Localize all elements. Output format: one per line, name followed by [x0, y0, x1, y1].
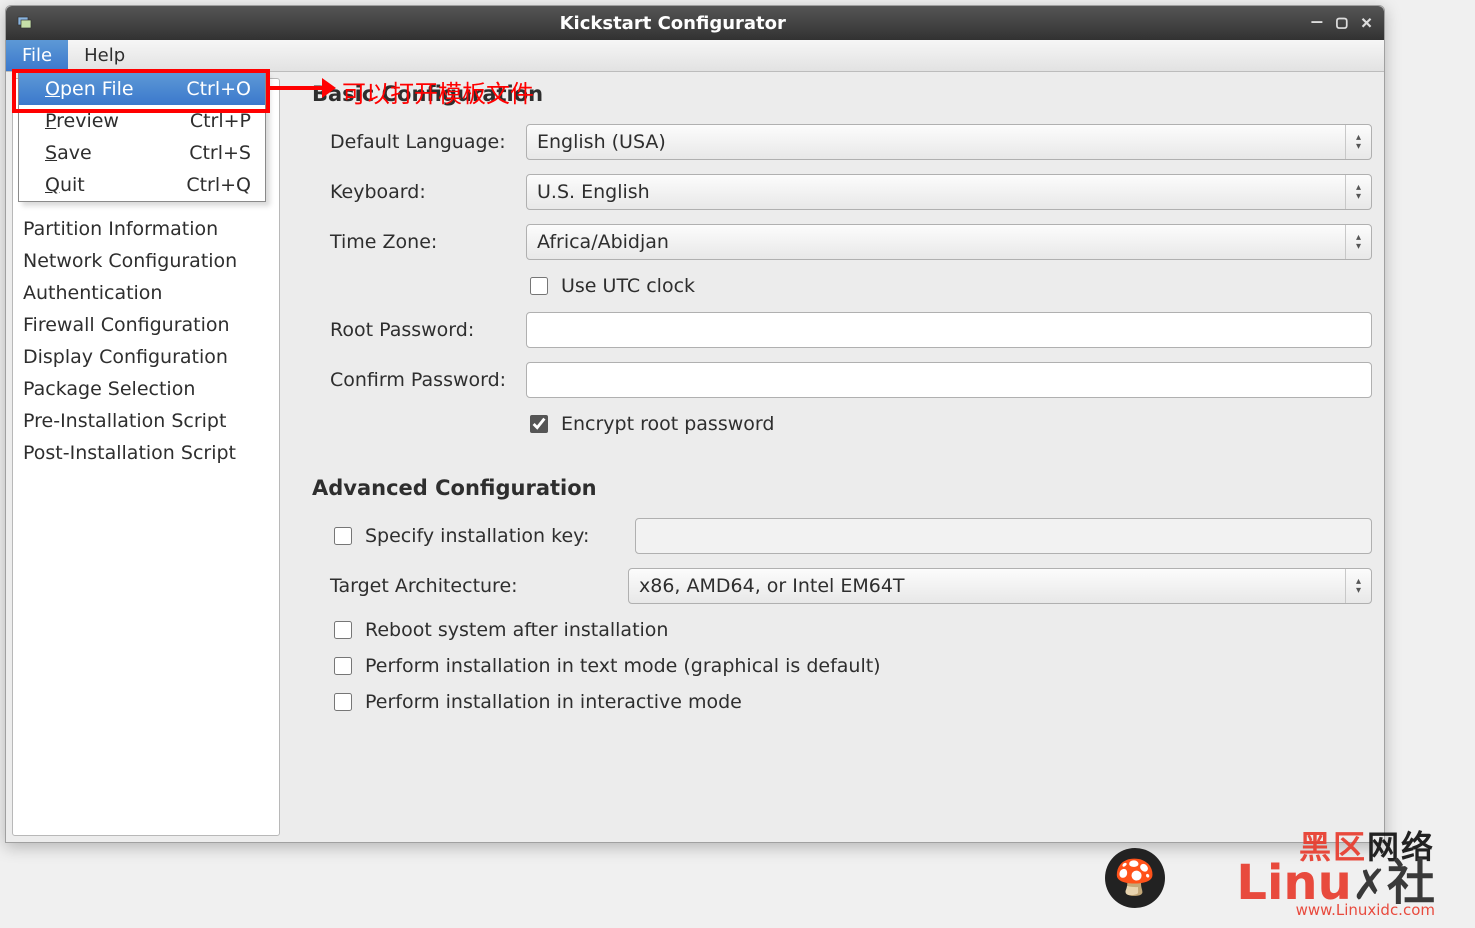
annotation-arrow-head	[322, 78, 336, 98]
file-menu-dropdown: Open File Ctrl+O Preview Ctrl+P Save Ctr…	[18, 72, 266, 202]
chevron-updown-icon: ▴▾	[1345, 569, 1371, 603]
sidebar-item-package-selection[interactable]: Package Selection	[13, 373, 279, 405]
label-root-password: Root Password:	[330, 319, 526, 341]
menu-item-preview-shortcut: Ctrl+P	[190, 110, 251, 132]
row-encrypt-root-password: Encrypt root password	[526, 412, 1372, 436]
menu-item-save-shortcut: Ctrl+S	[189, 142, 251, 164]
input-install-key[interactable]	[635, 518, 1372, 554]
menu-file[interactable]: File	[6, 40, 68, 71]
close-button[interactable]: ✕	[1361, 12, 1372, 34]
label-confirm-password: Confirm Password:	[330, 369, 526, 391]
menu-item-quit-label: uit	[60, 174, 85, 196]
row-timezone: Time Zone: Africa/Abidjan ▴▾	[330, 224, 1372, 260]
mushroom-glyph: 🍄	[1114, 858, 1156, 898]
combo-target-arch-value: x86, AMD64, or Intel EM64T	[639, 575, 905, 597]
combo-keyboard[interactable]: U.S. English ▴▾	[526, 174, 1372, 210]
sidebar-item-display-configuration[interactable]: Display Configuration	[13, 341, 279, 373]
label-install-key: Specify installation key:	[365, 525, 625, 547]
input-root-password[interactable]	[526, 312, 1372, 348]
watermark-mushroom-icon: 🍄	[1105, 848, 1165, 908]
annotation-arrow-line	[270, 86, 325, 90]
row-text-mode: Perform installation in text mode (graph…	[330, 654, 1372, 678]
maximize-button[interactable]: ▢	[1336, 12, 1347, 34]
title-bar: Kickstart Configurator — ▢ ✕	[6, 6, 1384, 40]
app-window: Kickstart Configurator — ▢ ✕ File Help O…	[5, 5, 1385, 843]
menu-item-preview[interactable]: Preview Ctrl+P	[19, 105, 265, 137]
menu-item-save-hotkey: S	[45, 142, 57, 164]
menu-item-quit-shortcut: Ctrl+Q	[186, 174, 251, 196]
checkbox-interactive-mode[interactable]	[334, 693, 352, 711]
menu-item-quit-hotkey: Q	[45, 174, 60, 196]
watermark: 黑区网络 Linu✗社 www.Linuxidc.com	[1236, 831, 1435, 918]
menu-item-save-label: ave	[57, 142, 92, 164]
menu-item-quit[interactable]: Quit Ctrl+Q	[19, 169, 265, 201]
row-reboot: Reboot system after installation	[330, 618, 1372, 642]
menu-item-open-file[interactable]: Open File Ctrl+O	[19, 73, 265, 105]
menubar: File Help	[6, 40, 1384, 72]
minimize-button[interactable]: —	[1312, 13, 1323, 33]
menu-help[interactable]: Help	[68, 40, 141, 71]
label-encrypt-root-password: Encrypt root password	[561, 413, 774, 435]
checkbox-encrypt-root-password[interactable]	[530, 415, 548, 433]
menu-item-open-file-hotkey: O	[45, 78, 60, 100]
content-pane: Basic Configuration Default Language: En…	[286, 72, 1384, 842]
combo-keyboard-value: U.S. English	[537, 181, 650, 203]
label-reboot: Reboot system after installation	[365, 619, 668, 641]
row-default-language: Default Language: English (USA) ▴▾	[330, 124, 1372, 160]
combo-default-language[interactable]: English (USA) ▴▾	[526, 124, 1372, 160]
label-target-arch: Target Architecture:	[330, 575, 618, 597]
sidebar-item-network-configuration[interactable]: Network Configuration	[13, 245, 279, 277]
label-interactive-mode: Perform installation in interactive mode	[365, 691, 742, 713]
sidebar-item-partition-information[interactable]: Partition Information	[13, 213, 279, 245]
combo-timezone[interactable]: Africa/Abidjan ▴▾	[526, 224, 1372, 260]
row-interactive-mode: Perform installation in interactive mode	[330, 690, 1372, 714]
menu-item-open-file-shortcut: Ctrl+O	[186, 78, 251, 100]
app-icon	[16, 14, 34, 32]
sidebar-item-firewall-configuration[interactable]: Firewall Configuration	[13, 309, 279, 341]
input-confirm-password[interactable]	[526, 362, 1372, 398]
row-utc-clock: Use UTC clock	[526, 274, 1372, 298]
row-target-arch: Target Architecture: x86, AMD64, or Inte…	[330, 568, 1372, 604]
label-default-language: Default Language:	[330, 131, 526, 153]
combo-target-arch[interactable]: x86, AMD64, or Intel EM64T ▴▾	[628, 568, 1372, 604]
label-utc-clock: Use UTC clock	[561, 275, 695, 297]
label-keyboard: Keyboard:	[330, 181, 526, 203]
sidebar-item-authentication[interactable]: Authentication	[13, 277, 279, 309]
menu-item-preview-label: review	[56, 110, 119, 132]
combo-default-language-value: English (USA)	[537, 131, 666, 153]
chevron-updown-icon: ▴▾	[1345, 125, 1371, 159]
checkbox-text-mode[interactable]	[334, 657, 352, 675]
chevron-updown-icon: ▴▾	[1345, 225, 1371, 259]
chevron-updown-icon: ▴▾	[1345, 175, 1371, 209]
row-root-password: Root Password:	[330, 312, 1372, 348]
menu-item-preview-hotkey: P	[45, 110, 56, 132]
menu-item-save[interactable]: Save Ctrl+S	[19, 137, 265, 169]
label-text-mode: Perform installation in text mode (graph…	[365, 655, 881, 677]
checkbox-install-key[interactable]	[334, 527, 352, 545]
advanced-config-heading: Advanced Configuration	[312, 476, 1372, 500]
sidebar-item-pre-installation-script[interactable]: Pre-Installation Script	[13, 405, 279, 437]
label-timezone: Time Zone:	[330, 231, 526, 253]
checkbox-reboot[interactable]	[334, 621, 352, 639]
row-confirm-password: Confirm Password:	[330, 362, 1372, 398]
row-keyboard: Keyboard: U.S. English ▴▾	[330, 174, 1372, 210]
window-title: Kickstart Configurator	[34, 13, 1312, 34]
row-install-key: Specify installation key:	[330, 518, 1372, 554]
checkbox-utc-clock[interactable]	[530, 277, 548, 295]
sidebar-item-post-installation-script[interactable]: Post-Installation Script	[13, 437, 279, 469]
annotation-text: 可以打开模板文件	[342, 74, 534, 109]
menu-item-open-file-label: pen File	[60, 78, 134, 100]
combo-timezone-value: Africa/Abidjan	[537, 231, 669, 253]
window-controls: — ▢ ✕	[1312, 12, 1373, 34]
